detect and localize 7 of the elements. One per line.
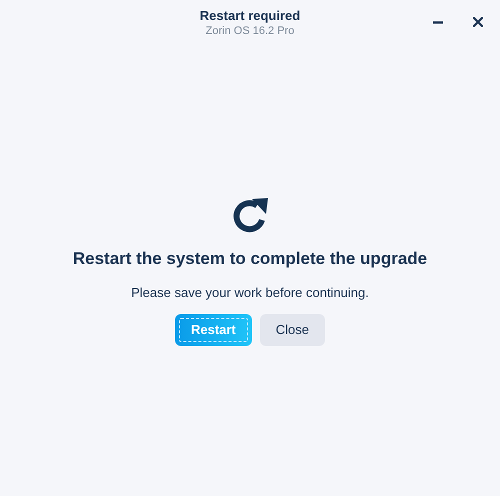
close-button[interactable]: Close xyxy=(260,314,326,346)
minimize-icon xyxy=(433,20,443,24)
message-text: Please save your work before continuing. xyxy=(131,284,369,302)
window-title: Restart required xyxy=(200,8,300,24)
close-icon xyxy=(473,17,483,27)
window-subtitle: Zorin OS 16.2 Pro xyxy=(206,24,294,38)
heading: Restart the system to complete the upgrade xyxy=(72,248,428,270)
